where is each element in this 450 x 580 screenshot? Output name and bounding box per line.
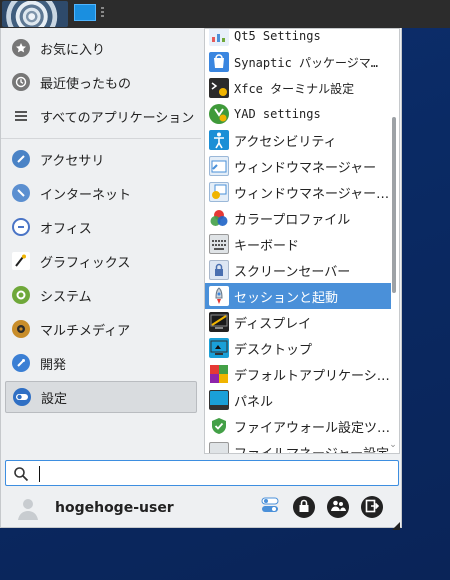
text-caret: [39, 466, 40, 482]
panel-handle[interactable]: [101, 7, 104, 19]
list-scrollbar[interactable]: [392, 117, 396, 293]
list-item[interactable]: パネル: [205, 387, 391, 413]
sidebar-item-label: オフィス: [40, 221, 92, 237]
clock-icon: [12, 73, 30, 91]
sidebar-item-internet[interactable]: インターネット: [5, 177, 197, 209]
resize-grip-icon[interactable]: [392, 515, 400, 530]
sidebar-item-office[interactable]: オフィス: [5, 211, 197, 243]
settings-toggle-icon: [260, 495, 280, 519]
display-icon: [209, 312, 229, 332]
window-manager-icon: [209, 156, 229, 176]
file-manager-icon: [209, 442, 229, 453]
panel-icon: [209, 390, 229, 410]
screensaver-icon: [209, 260, 229, 280]
sidebar-item-settings[interactable]: 設定: [5, 381, 197, 413]
switch-user-button[interactable]: [327, 496, 349, 518]
qt5-settings-icon: [209, 29, 229, 46]
desktop-icon: [209, 338, 229, 358]
switch-user-icon: [330, 498, 346, 517]
sidebar-item-multimedia[interactable]: マルチメディア: [5, 313, 197, 345]
list-item[interactable]: Qt5 Settings: [205, 29, 391, 49]
keyboard-icon: [209, 234, 229, 254]
sidebar-item-recent[interactable]: 最近使ったもの: [5, 66, 197, 98]
logout-button[interactable]: [361, 496, 383, 518]
lock-icon: [297, 498, 311, 517]
list-icon: [12, 107, 30, 125]
terminal-settings-icon: [209, 78, 229, 98]
list-item[interactable]: デフォルトアプリケーシ…: [205, 361, 391, 387]
list-item[interactable]: ファイルマネージャー設定: [205, 439, 391, 453]
avatar: [15, 495, 41, 521]
search-input[interactable]: [34, 463, 394, 483]
sidebar-item-label: 設定: [41, 391, 68, 407]
settings-toggle-button[interactable]: [259, 496, 281, 518]
sidebar-item-label: 開発: [40, 357, 67, 373]
sidebar-separator: [1, 138, 201, 139]
user-info: hogehoge-user: [15, 494, 174, 522]
search-box[interactable]: [5, 460, 399, 486]
username: hogehoge-user: [55, 500, 174, 516]
default-apps-icon: [209, 364, 229, 384]
gear-icon: [12, 286, 30, 304]
sidebar-item-label: アクセサリ: [40, 153, 105, 169]
speaker-icon: [12, 320, 30, 338]
sidebar-item-development[interactable]: 開発: [5, 347, 197, 379]
toggle-icon: [13, 388, 31, 406]
whisker-menu-button[interactable]: [2, 1, 68, 27]
sidebar-item-label: インターネット: [40, 187, 132, 203]
list-item[interactable]: ウィンドウマネージャー: [205, 153, 391, 179]
rocket-icon: [209, 286, 229, 306]
sidebar-item-label: システム: [40, 289, 92, 305]
list-item[interactable]: YAD settings: [205, 101, 391, 127]
sidebar-item-graphics[interactable]: グラフィックス: [5, 245, 197, 277]
list-item[interactable]: Synaptic パッケージマ…: [205, 49, 391, 75]
list-item[interactable]: スクリーンセーバー: [205, 257, 391, 283]
search-icon: [13, 466, 29, 482]
category-sidebar: お気に入り 最近使ったもの すべてのアプリケーション アクセサリ インターネット…: [1, 28, 201, 454]
sidebar-item-label: お気に入り: [40, 42, 106, 58]
sidebar-item-all-applications[interactable]: すべてのアプリケーション: [5, 100, 197, 132]
application-list[interactable]: Qt5 Settings Synaptic パッケージマ… Xfce ターミナル…: [204, 28, 400, 454]
sidebar-item-label: グラフィックス: [40, 255, 131, 271]
top-panel: [0, 0, 450, 28]
office-icon: [12, 218, 30, 236]
brush-icon: [12, 252, 30, 270]
scroll-down-arrow-icon[interactable]: ⌄: [388, 441, 398, 450]
globe-icon: [12, 184, 30, 202]
list-item[interactable]: Xfce ターミナル設定: [205, 75, 391, 101]
firewall-icon: [209, 416, 229, 436]
workspace-switcher[interactable]: [74, 4, 96, 21]
list-item[interactable]: アクセシビリティ: [205, 127, 391, 153]
sidebar-item-accessories[interactable]: アクセサリ: [5, 143, 197, 175]
list-item-selected[interactable]: セッションと起動: [205, 283, 391, 309]
list-item[interactable]: ファイアウォール設定ツ…: [205, 413, 391, 439]
color-profile-icon: [209, 208, 229, 228]
whisker-menu: お気に入り 最近使ったもの すべてのアプリケーション アクセサリ インターネット…: [0, 28, 402, 530]
window-manager-tweaks-icon: [209, 182, 229, 202]
list-item[interactable]: キーボード: [205, 231, 391, 257]
accessibility-icon: [209, 130, 229, 150]
yad-icon: [209, 104, 229, 124]
sidebar-item-favorites[interactable]: お気に入り: [5, 32, 197, 64]
list-item[interactable]: デスクトップ: [205, 335, 391, 361]
lock-screen-button[interactable]: [293, 496, 315, 518]
logout-icon: [365, 498, 380, 517]
synaptic-icon: [209, 52, 229, 72]
list-item[interactable]: ディスプレイ: [205, 309, 391, 335]
sidebar-item-label: マルチメディア: [40, 323, 131, 339]
list-item[interactable]: カラープロファイル: [205, 205, 391, 231]
sidebar-item-label: 最近使ったもの: [40, 76, 132, 92]
wrench-icon: [12, 354, 30, 372]
accessories-icon: [12, 150, 30, 168]
list-item[interactable]: ウィンドウマネージャー…: [205, 179, 391, 205]
sidebar-item-system[interactable]: システム: [5, 279, 197, 311]
sidebar-item-label: すべてのアプリケーション: [40, 110, 195, 126]
star-icon: [12, 39, 30, 57]
